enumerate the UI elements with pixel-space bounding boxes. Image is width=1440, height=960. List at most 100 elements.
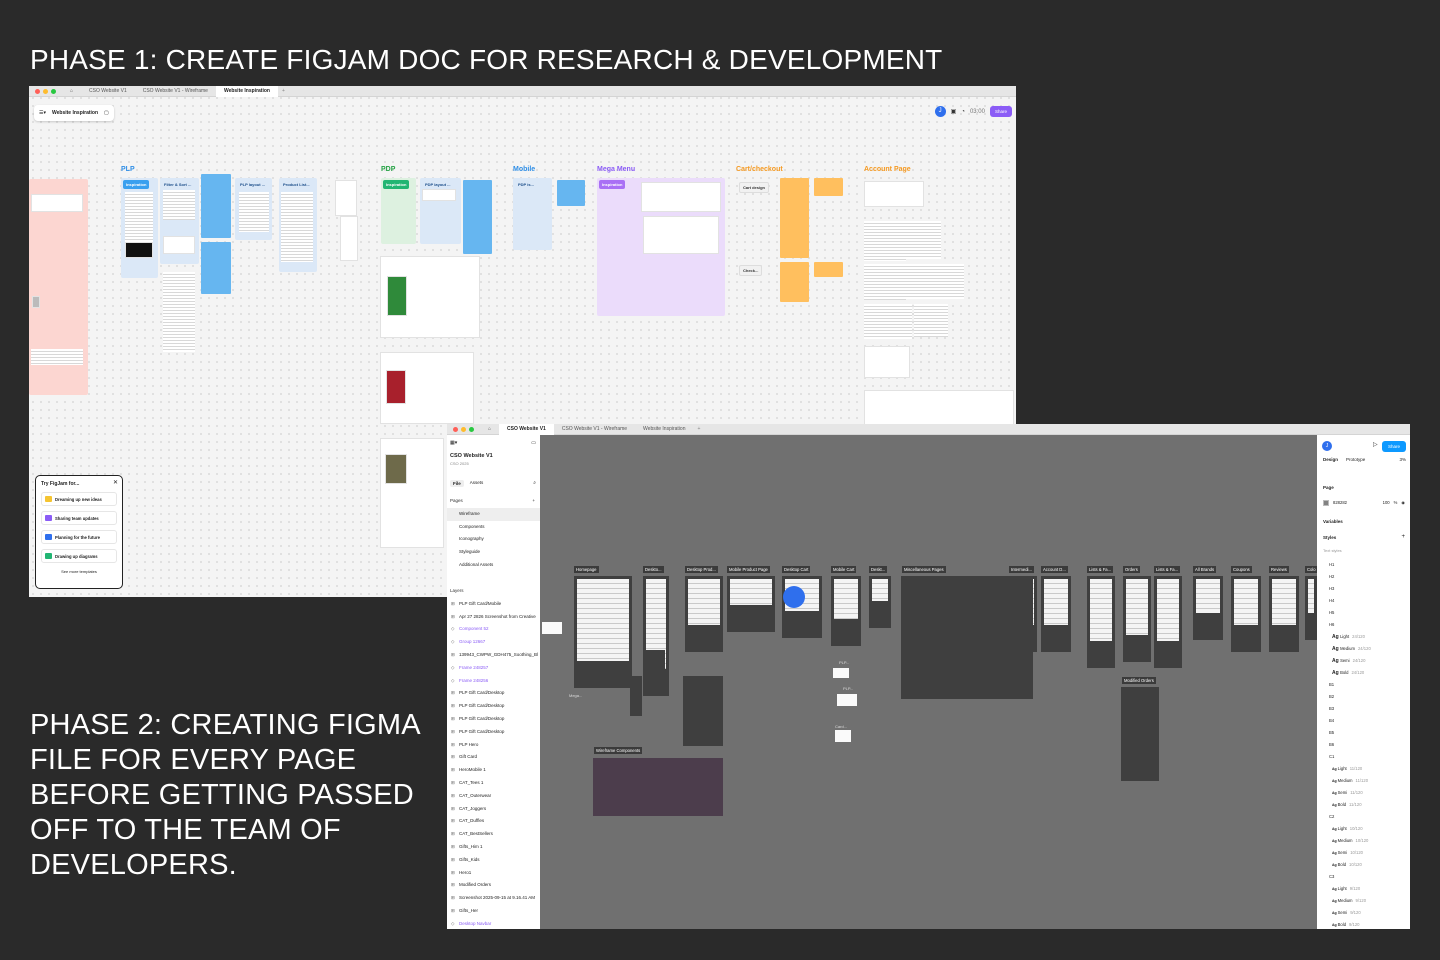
blue-sticky-note[interactable] [463,180,492,254]
blue-sticky-note[interactable] [557,180,585,206]
wireframe-screen[interactable] [834,579,858,619]
plp-card[interactable] [833,668,849,678]
text-style-item[interactable]: Ag Medium 11/120 [1323,775,1407,787]
page-background-color[interactable]: 828282 100 % ◉ [1323,498,1405,507]
share-button[interactable]: Share [1381,441,1406,452]
zoom-level[interactable]: 3% [1399,457,1406,462]
text-style-item[interactable]: Ag Light 11/120 [1323,763,1407,775]
wireframe-components-frame[interactable] [593,758,723,816]
color-swatch[interactable] [1323,499,1329,506]
blue-sticky-note[interactable] [201,174,231,238]
tab-prototype[interactable]: Prototype [1346,457,1365,462]
page-frame[interactable] [1193,576,1223,640]
page-frame[interactable] [630,676,642,716]
figma-canvas[interactable]: Homepage Deskto... Desktop Prod... Mobile P… [447,424,1410,929]
close-dot-icon[interactable] [35,88,40,94]
template-item-updates[interactable]: Sharing team updates [41,511,117,525]
avatar[interactable]: J [934,106,946,117]
avatar[interactable]: J [1322,441,1332,451]
screenshot-thumbnail[interactable] [239,192,269,232]
page-frame[interactable] [1154,576,1182,668]
present-icon[interactable]: ▣ [951,108,957,115]
screenshot-thumbnail[interactable] [125,192,153,242]
wireframe-screen[interactable] [1044,579,1068,625]
text-style-item[interactable]: B3 [1323,703,1407,715]
text-style-item[interactable]: B4 [1323,715,1407,727]
figjam-menu-icon[interactable]: ☰▾ [39,110,46,116]
text-style-item[interactable]: H2 [1323,571,1407,583]
wireframe-screen[interactable] [1308,579,1314,613]
plp-card[interactable] [837,694,857,706]
window-controls[interactable] [29,88,62,94]
chip-check[interactable]: Check... [739,265,763,276]
text-style-item[interactable]: H6 [1323,619,1407,631]
screenshot-thumbnail[interactable] [422,189,456,201]
chip-plp-layout[interactable]: PLP layout ... [237,180,269,189]
page-frame[interactable] [1269,576,1299,652]
screenshot-thumbnail[interactable] [864,181,924,207]
chip-mega-inspiration[interactable]: Inspiration [599,180,626,189]
text-style-item[interactable]: B2 [1323,691,1407,703]
text-style-item[interactable]: B5 [1323,727,1407,739]
new-tab-icon[interactable]: + [278,88,289,94]
page-frame[interactable] [727,576,775,632]
eye-icon[interactable]: ◉ [1401,500,1405,505]
text-style-item[interactable]: H5 [1323,607,1407,619]
text-style-item[interactable]: Ag Bold 10/120 [1323,859,1407,871]
variables-label[interactable]: Variables [1323,519,1343,524]
screenshot-thumbnail[interactable] [281,192,313,262]
screenshot-thumbnail[interactable] [163,190,195,220]
sidebar-toggle-icon[interactable]: ▢ [104,110,109,116]
text-style-item[interactable]: Ag Light 24/120 [1323,631,1407,643]
text-style-item[interactable]: H4 [1323,595,1407,607]
misc-pages-frame[interactable] [901,576,1033,699]
text-style-item[interactable]: Ag Semi 9/120 [1323,907,1407,919]
page-frame[interactable] [869,576,891,628]
text-style-item[interactable]: Ag Light 9/120 [1323,883,1407,895]
add-style-icon[interactable]: + [1401,534,1405,540]
chip-pdp-inspiration[interactable]: Inspiration [383,180,410,189]
page-frame[interactable] [1087,576,1115,668]
page-frame[interactable] [1231,576,1261,652]
page-frame[interactable] [1041,576,1071,652]
chip-product-list[interactable]: Product List... [280,180,313,189]
text-style-item[interactable]: Ag Light 10/120 [1323,823,1407,835]
screenshot-thumbnail[interactable] [864,264,906,300]
timer[interactable]: 03:00 [970,109,985,115]
template-item-ideas[interactable]: Dreaming up new ideas [41,492,117,506]
orange-sticky-note[interactable] [814,262,843,277]
wireframe-screen[interactable] [1272,579,1296,625]
wireframe-screen[interactable] [577,579,629,661]
screenshot-thumbnail[interactable] [864,221,906,261]
screenshot-thumbnail[interactable] [641,182,721,212]
chip-filter-sort[interactable]: Filter & Sort ... [161,180,195,189]
screenshot-thumbnail[interactable] [31,349,83,365]
screenshot-thumbnail[interactable] [163,236,195,254]
page-frame[interactable] [685,576,723,652]
text-style-item[interactable]: C2 [1323,811,1407,823]
page-opacity[interactable]: 100 [1383,500,1390,505]
board-name[interactable]: Website Inspiration [52,110,98,116]
card-component[interactable] [835,730,851,742]
wireframe-screen[interactable] [1234,579,1258,625]
text-style-item[interactable]: Ag Bold 9/120 [1323,919,1407,929]
tab-cso-website[interactable]: CSO Website V1 [81,86,135,97]
wireframe-screen[interactable] [1090,579,1112,641]
minimize-dot-icon[interactable] [43,88,48,94]
wireframe-screen[interactable] [730,579,772,605]
orange-sticky-note[interactable] [780,178,809,258]
blue-sticky-note[interactable] [201,242,231,294]
timer-icon[interactable]: ◔ [961,109,965,115]
text-style-item[interactable]: Ag Medium 9/120 [1323,895,1407,907]
screenshot-thumbnail[interactable] [340,216,358,261]
screenshot-thumbnail[interactable] [906,264,964,299]
tab-wireframe[interactable]: CSO Website V1 - Wireframe [135,86,216,97]
share-button[interactable]: Share [989,106,1012,117]
text-style-item[interactable]: Ag Semi 24/120 [1323,655,1407,667]
page-frame[interactable] [1123,576,1151,662]
modified-orders-frame[interactable] [1121,687,1159,781]
page-frame[interactable] [1305,576,1317,640]
lists-favorites-screenshot[interactable] [864,390,1014,426]
screenshot-thumbnail[interactable] [914,304,948,337]
page-frame[interactable] [782,576,822,638]
